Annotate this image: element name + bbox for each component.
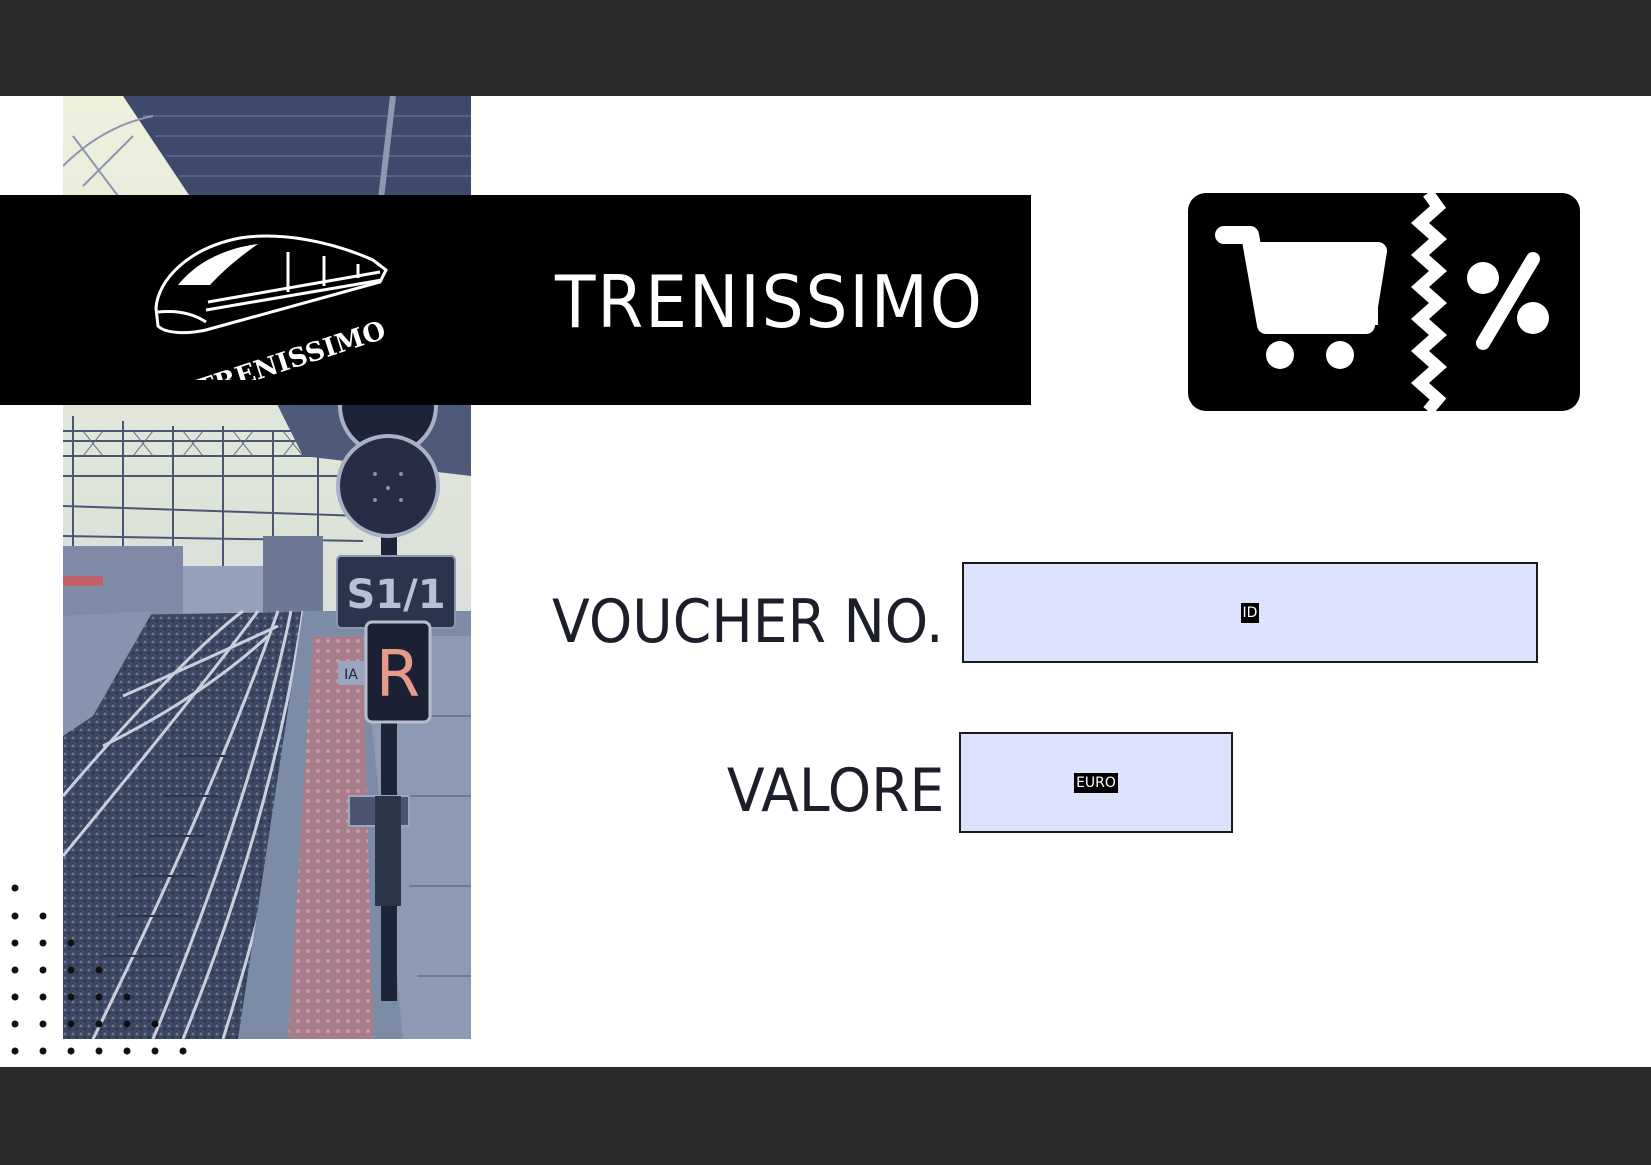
voucher-id-field-tag: ID [1240, 602, 1260, 623]
voucher-id-field[interactable]: ID [962, 562, 1538, 663]
voucher-page: S1/1 R IA TRENISSIMO TRENISSIMO VOUCHER … [0, 96, 1651, 1067]
voucher-number-label: VOUCHER NO. [552, 587, 944, 657]
brand-banner: TRENISSIMO TRENISSIMO [0, 195, 1031, 405]
decorative-dot-grid [11, 884, 187, 1055]
value-euro-field[interactable]: EURO [959, 732, 1233, 833]
svg-text:R: R [376, 638, 420, 712]
value-euro-field-tag: EURO [1074, 772, 1118, 793]
document-viewer: S1/1 R IA TRENISSIMO TRENISSIMO VOUCHER … [0, 0, 1651, 1165]
svg-text:S1/1: S1/1 [346, 572, 445, 618]
value-label: VALORE [726, 756, 944, 826]
shopping-cart-discount-coupon-icon [1188, 193, 1580, 411]
brand-title: TRENISSIMO [555, 260, 984, 344]
train-logo-icon: TRENISSIMO [154, 234, 389, 380]
svg-text:IA: IA [344, 667, 358, 683]
